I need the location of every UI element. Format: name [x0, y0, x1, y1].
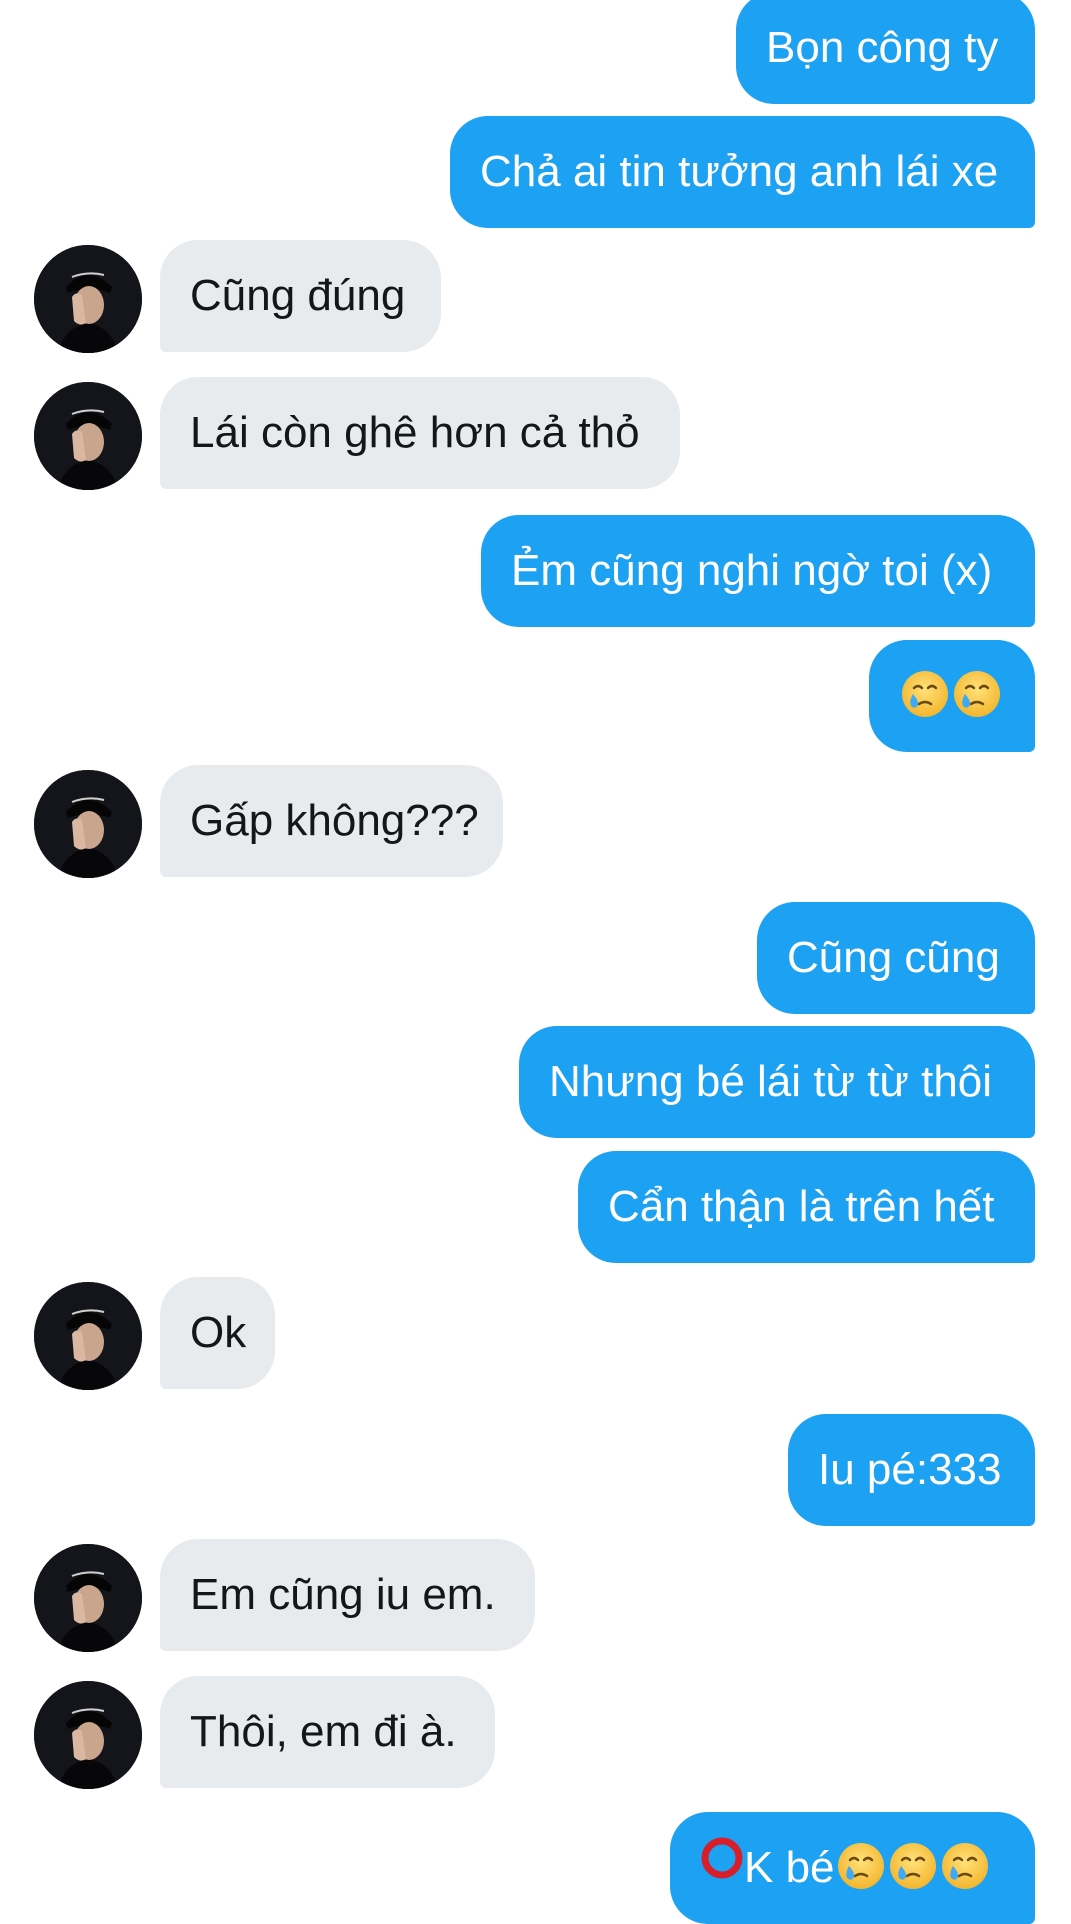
message-bubble[interactable]: Iu pé:333: [788, 1414, 1035, 1526]
message-bubble[interactable]: K bé: [670, 1812, 1035, 1924]
message-text: Gấp không???: [190, 796, 479, 845]
crying-face-icon: [899, 668, 951, 720]
sent-message: Chả ai tin tưởng anh lái xe: [0, 116, 1071, 228]
avatar[interactable]: [34, 1544, 142, 1652]
sent-message: Nhưng bé lái từ từ thôi: [0, 1026, 1071, 1138]
message-bubble[interactable]: Thôi, em đi à.: [160, 1676, 495, 1788]
message-text: K bé: [744, 1843, 835, 1892]
message-text: Ẻm cũng nghi ngờ toi (x): [511, 546, 993, 595]
red-circle-icon: [700, 1810, 744, 1922]
received-message: Thôi, em đi à.: [0, 1676, 1071, 1789]
sent-message: Cẩn thận là trên hết: [0, 1151, 1071, 1263]
received-message: Gấp không???: [0, 765, 1071, 878]
sent-message: Bọn công ty: [0, 0, 1071, 104]
received-message: Lái còn ghê hơn cả thỏ: [0, 377, 1071, 490]
message-bubble[interactable]: Gấp không???: [160, 765, 503, 877]
message-text: Bọn công ty: [766, 23, 999, 72]
message-bubble[interactable]: Em cũng iu em.: [160, 1539, 535, 1651]
message-bubble[interactable]: Ẻm cũng nghi ngờ toi (x): [481, 515, 1035, 627]
message-bubble[interactable]: Lái còn ghê hơn cả thỏ: [160, 377, 680, 489]
message-bubble[interactable]: Cũng đúng: [160, 240, 441, 352]
avatar[interactable]: [34, 1681, 142, 1789]
message-text: Iu pé:333: [818, 1445, 1002, 1494]
message-text: Chả ai tin tưởng anh lái xe: [480, 147, 999, 196]
received-message: Ok: [0, 1277, 1071, 1390]
message-text: Cũng đúng: [190, 271, 406, 320]
avatar[interactable]: [34, 382, 142, 490]
crying-face-icon: [835, 1840, 887, 1892]
message-bubble[interactable]: Nhưng bé lái từ từ thôi: [519, 1026, 1035, 1138]
sent-message: [0, 640, 1071, 752]
crying-face-icon: [887, 1840, 939, 1892]
sent-message: K bé: [0, 1812, 1071, 1924]
received-message: Cũng đúng: [0, 240, 1071, 353]
message-bubble[interactable]: Cũng cũng: [757, 902, 1035, 1014]
message-text: Cũng cũng: [787, 933, 1000, 982]
avatar[interactable]: [34, 245, 142, 353]
message-text: Thôi, em đi à.: [190, 1707, 457, 1756]
message-bubble[interactable]: Ok: [160, 1277, 275, 1389]
crying-face-icon: [951, 668, 1003, 720]
crying-face-icon: [939, 1840, 991, 1892]
message-bubble[interactable]: [869, 640, 1035, 752]
message-text: Ok: [190, 1308, 247, 1357]
message-text: Lái còn ghê hơn cả thỏ: [190, 408, 640, 457]
message-bubble[interactable]: Chả ai tin tưởng anh lái xe: [450, 116, 1035, 228]
chat-thread[interactable]: Bọn công ty Chả ai tin tưởng anh lái xe Cũ…: [0, 0, 1071, 1924]
message-bubble[interactable]: Bọn công ty: [736, 0, 1035, 104]
avatar[interactable]: [34, 1282, 142, 1390]
sent-message: Ẻm cũng nghi ngờ toi (x): [0, 515, 1071, 627]
avatar[interactable]: [34, 770, 142, 878]
message-text: Em cũng iu em.: [190, 1570, 496, 1619]
sent-message: Iu pé:333: [0, 1414, 1071, 1526]
message-text: Cẩn thận là trên hết: [608, 1182, 995, 1231]
received-message: Em cũng iu em.: [0, 1539, 1071, 1652]
message-bubble[interactable]: Cẩn thận là trên hết: [578, 1151, 1035, 1263]
sent-message: Cũng cũng: [0, 902, 1071, 1014]
message-text: Nhưng bé lái từ từ thôi: [549, 1057, 993, 1106]
